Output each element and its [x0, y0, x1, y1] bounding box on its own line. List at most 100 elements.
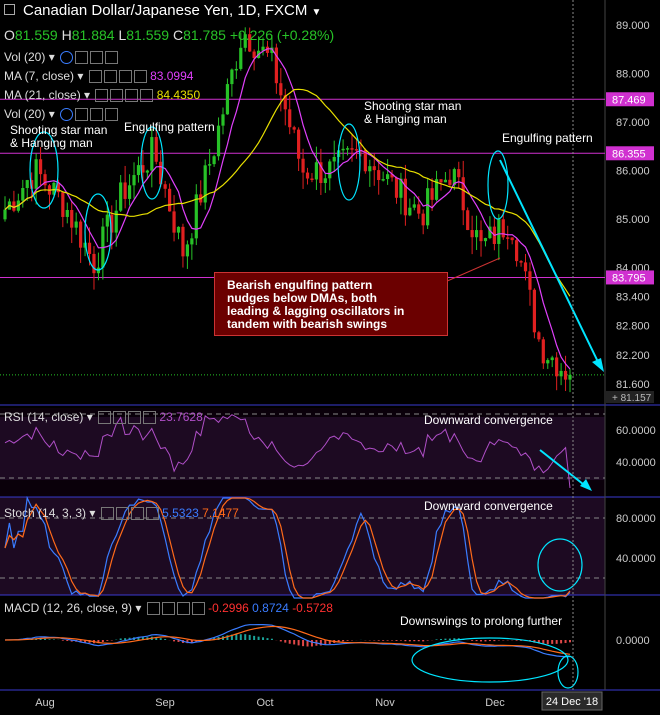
- candle-body: [426, 188, 430, 226]
- macd-hist-value: -0.5728: [292, 601, 333, 615]
- candle-body: [185, 244, 190, 257]
- add-icon[interactable]: [118, 70, 132, 84]
- rsi-header[interactable]: RSI (14, close) ▾ 23.7628: [4, 410, 203, 425]
- candle-body: [87, 242, 92, 254]
- candle-body: [448, 179, 452, 185]
- candle-body: [225, 84, 230, 115]
- price-tick-label: 82.800: [616, 321, 650, 333]
- candle-body: [150, 137, 154, 171]
- close-icon[interactable]: [105, 108, 119, 122]
- indicator-ma7[interactable]: MA (7, close) ▾ 83.0994: [4, 69, 193, 84]
- candle-body: [163, 184, 167, 189]
- eye-icon[interactable]: [100, 507, 114, 521]
- candle-body: [123, 182, 127, 199]
- macd-label: MACD (12, 26, close, 9): [4, 601, 133, 615]
- close-icon[interactable]: [105, 51, 119, 65]
- candle-body: [528, 271, 532, 290]
- eye-icon[interactable]: [146, 602, 160, 616]
- settings-icon[interactable]: [161, 602, 175, 616]
- candle-body: [541, 339, 545, 364]
- candle-body: [168, 188, 172, 212]
- settings-icon[interactable]: [115, 507, 129, 521]
- symbol-title: Canadian Dollar/Japanese Yen, 1D, FXCM: [23, 2, 308, 19]
- candle-body: [34, 159, 38, 189]
- candle-body: [297, 129, 301, 159]
- price-tick-label: 83.400: [616, 292, 650, 304]
- eye-icon[interactable]: [60, 51, 74, 65]
- candle-body: [368, 166, 372, 172]
- stoch-label: Stoch (14, 3, 3): [4, 506, 87, 520]
- ohlc-row: O81.559 H81.884 L81.559 C81.785 +0.226 (…: [4, 27, 334, 43]
- candle-body: [550, 357, 554, 361]
- candle-body: [563, 370, 568, 380]
- settings-icon[interactable]: [103, 70, 117, 84]
- eye-icon[interactable]: [88, 70, 102, 84]
- candle-body: [208, 164, 212, 166]
- settings-icon[interactable]: [75, 108, 89, 122]
- candle-body: [176, 226, 181, 233]
- eye-icon[interactable]: [60, 108, 74, 122]
- candle-body: [394, 177, 399, 198]
- indicator-ma21[interactable]: MA (21, close) ▾ 84.4350: [4, 88, 200, 103]
- annotation-engulfing-right: Engulfing pattern: [502, 131, 593, 145]
- candle-body: [279, 83, 283, 96]
- candle-body: [385, 174, 390, 180]
- indicator-vol-2[interactable]: Vol (20) ▾: [4, 107, 119, 122]
- candle-body: [132, 175, 136, 186]
- close-icon[interactable]: [145, 507, 159, 521]
- close-icon[interactable]: [143, 411, 157, 425]
- indicator-label: MA (7, close): [4, 69, 75, 83]
- time-axis-label: Aug: [35, 697, 55, 709]
- open-value: 81.559: [14, 27, 58, 43]
- candle-body: [310, 178, 314, 181]
- macd-header[interactable]: MACD (12, 26, close, 9) ▾ -0.2996 0.8724…: [4, 601, 333, 616]
- price-tick-label: 87.000: [616, 117, 650, 129]
- low-value: 81.559: [126, 27, 170, 43]
- close-icon[interactable]: [191, 602, 205, 616]
- add-icon[interactable]: [125, 89, 139, 103]
- price-tick-label: 81.600: [616, 379, 650, 391]
- settings-icon[interactable]: [75, 51, 89, 65]
- chart-title-row[interactable]: Canadian Dollar/Japanese Yen, 1D, FXCM ▼: [4, 2, 321, 19]
- close-icon[interactable]: [140, 89, 154, 103]
- add-icon[interactable]: [90, 51, 104, 65]
- candle-body: [559, 370, 563, 377]
- candle-body: [92, 253, 96, 274]
- rsi-value: 23.7628: [159, 410, 203, 424]
- candle-body: [510, 237, 514, 241]
- indicator-vol-1[interactable]: Vol (20) ▾: [4, 50, 119, 65]
- collapse-icon[interactable]: [4, 4, 15, 15]
- settings-icon[interactable]: [110, 89, 124, 103]
- candle-body: [466, 210, 470, 231]
- candle-body: [537, 332, 541, 340]
- candle-body: [461, 177, 465, 211]
- eye-icon[interactable]: [98, 411, 112, 425]
- close-icon[interactable]: [133, 70, 147, 84]
- settings-icon[interactable]: [113, 411, 127, 425]
- add-icon[interactable]: [176, 602, 190, 616]
- add-icon[interactable]: [90, 108, 104, 122]
- level-tag-label: 86.355: [612, 148, 646, 160]
- change-value: +0.226 (+0.28%): [229, 27, 335, 43]
- trend-arrow: [499, 159, 601, 367]
- chevron-down-icon[interactable]: ▼: [312, 7, 322, 18]
- stoch-header[interactable]: Stoch (14, 3, 3) ▾ 5.5323 7.1477: [4, 506, 239, 521]
- indicator-label: Vol (20): [4, 50, 46, 64]
- time-axis-label: Dec: [485, 697, 505, 709]
- candle-body: [38, 159, 43, 175]
- candle-body: [323, 178, 327, 183]
- candle-body: [377, 170, 381, 181]
- stoch-d-value: 7.1477: [202, 506, 239, 520]
- annotation-rsi: Downward convergence: [424, 413, 553, 427]
- stoch-tick-label: 80.0000: [616, 513, 656, 525]
- candle-body: [79, 221, 83, 248]
- add-icon[interactable]: [128, 411, 142, 425]
- candle-body: [332, 156, 336, 162]
- annotation-macd: Downswings to prolong further: [400, 614, 563, 628]
- candle-body: [136, 165, 141, 176]
- eye-icon[interactable]: [95, 89, 109, 103]
- add-icon[interactable]: [130, 507, 144, 521]
- candle-body: [483, 238, 488, 242]
- candle-body: [381, 179, 385, 181]
- candle-body: [568, 374, 572, 380]
